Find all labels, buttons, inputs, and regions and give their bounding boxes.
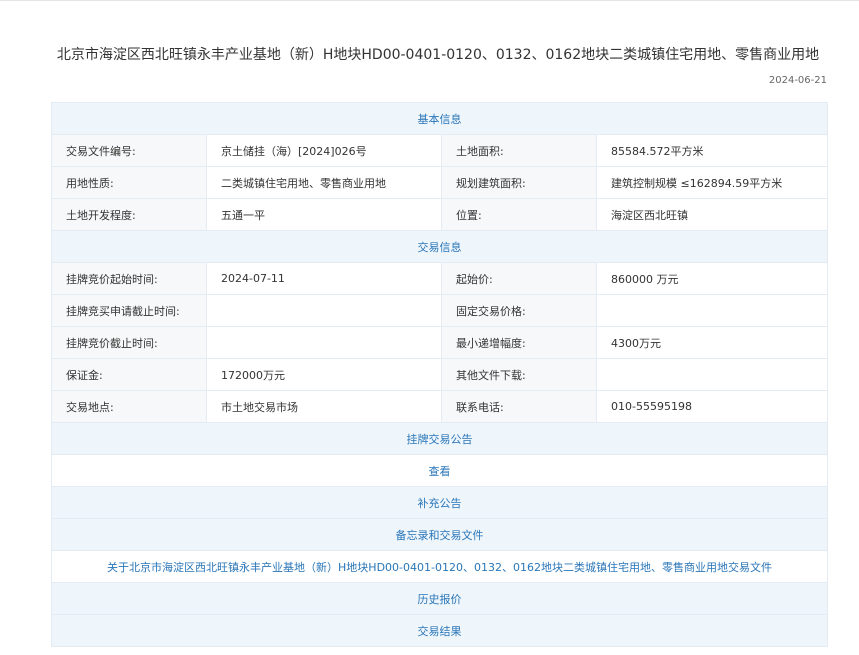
- section-supplement-notice: 补充公告: [51, 486, 828, 519]
- field-label: 联系电话:: [441, 390, 597, 423]
- field-label: 固定交易价格:: [441, 294, 597, 327]
- section-memo-files: 备忘录和交易文件: [51, 518, 828, 551]
- field-label: 交易地点:: [51, 390, 207, 423]
- section-header: 交易结果: [51, 614, 828, 647]
- section-header: 备忘录和交易文件: [51, 518, 828, 551]
- section-trade-result: 交易结果: [51, 614, 828, 647]
- table-row: 交易地点: 市土地交易市场 联系电话: 010-55595198: [51, 390, 828, 423]
- table-row: 挂牌竞买申请截止时间: 固定交易价格:: [51, 294, 828, 327]
- table-row: 查看: [51, 454, 828, 487]
- table-row: 土地开发程度: 五通一平 位置: 海淀区西北旺镇: [51, 198, 828, 231]
- field-label: 规划建筑面积:: [441, 166, 597, 199]
- field-value: 860000 万元: [596, 262, 828, 295]
- field-value: 85584.572平方米: [596, 134, 828, 167]
- field-label: 挂牌竞价截止时间:: [51, 326, 207, 359]
- land-info-table: 基本信息 交易文件编号: 京土储挂（海）[2024]026号 土地面积: 855…: [51, 102, 828, 647]
- table-row: 挂牌竞价截止时间: 最小递增幅度: 4300万元: [51, 326, 828, 359]
- field-value: 二类城镇住宅用地、零售商业用地: [206, 166, 442, 199]
- section-listing-notice: 挂牌交易公告: [51, 422, 828, 455]
- top-divider: [0, 0, 859, 1]
- page-title: 北京市海淀区西北旺镇永丰产业基地（新）H地块HD00-0401-0120、013…: [56, 47, 820, 63]
- trade-file-cell: 关于北京市海淀区西北旺镇永丰产业基地（新）H地块HD00-0401-0120、0…: [51, 550, 828, 583]
- section-basic-info: 基本信息: [51, 102, 828, 135]
- section-trade-info: 交易信息: [51, 230, 828, 263]
- table-row: 关于北京市海淀区西北旺镇永丰产业基地（新）H地块HD00-0401-0120、0…: [51, 550, 828, 583]
- field-label: 其他文件下载:: [441, 358, 597, 391]
- field-value: 建筑控制规模 ≤162894.59平方米: [596, 166, 828, 199]
- field-label: 土地开发程度:: [51, 198, 207, 231]
- field-value: 海淀区西北旺镇: [596, 198, 828, 231]
- section-price-history: 历史报价: [51, 582, 828, 615]
- field-label: 位置:: [441, 198, 597, 231]
- section-header: 补充公告: [51, 486, 828, 519]
- field-label: 土地面积:: [441, 134, 597, 167]
- field-value: 172000万元: [206, 358, 442, 391]
- other-file-download-value: [596, 358, 828, 391]
- table-row: 挂牌竞价起始时间: 2024-07-11 起始价: 860000 万元: [51, 262, 828, 295]
- field-value: 京土储挂（海）[2024]026号: [206, 134, 442, 167]
- field-label: 保证金:: [51, 358, 207, 391]
- view-notice-cell: 查看: [51, 454, 828, 487]
- section-header: 基本信息: [51, 102, 828, 135]
- table-row: 用地性质: 二类城镇住宅用地、零售商业用地 规划建筑面积: 建筑控制规模 ≤16…: [51, 166, 828, 199]
- table-row: 保证金: 172000万元 其他文件下载:: [51, 358, 828, 391]
- field-label: 挂牌竞价起始时间:: [51, 262, 207, 295]
- field-value: 010-55595198: [596, 390, 828, 423]
- view-notice-link[interactable]: 查看: [429, 465, 451, 478]
- section-header: 历史报价: [51, 582, 828, 615]
- trade-file-link[interactable]: 关于北京市海淀区西北旺镇永丰产业基地（新）H地块HD00-0401-0120、0…: [107, 561, 772, 574]
- field-label: 起始价:: [441, 262, 597, 295]
- field-value: [596, 294, 828, 327]
- field-label: 挂牌竞买申请截止时间:: [51, 294, 207, 327]
- field-label: 交易文件编号:: [51, 134, 207, 167]
- field-label: 最小递增幅度:: [441, 326, 597, 359]
- publish-date: 2024-06-21: [768, 75, 827, 86]
- field-value: 市土地交易市场: [206, 390, 442, 423]
- table-row: 交易文件编号: 京土储挂（海）[2024]026号 土地面积: 85584.57…: [51, 134, 828, 167]
- field-value: 2024-07-11: [206, 262, 442, 295]
- field-value: [206, 294, 442, 327]
- field-value: [206, 326, 442, 359]
- field-value: 4300万元: [596, 326, 828, 359]
- field-label: 用地性质:: [51, 166, 207, 199]
- field-value: 五通一平: [206, 198, 442, 231]
- section-header: 交易信息: [51, 230, 828, 263]
- section-header: 挂牌交易公告: [51, 422, 828, 455]
